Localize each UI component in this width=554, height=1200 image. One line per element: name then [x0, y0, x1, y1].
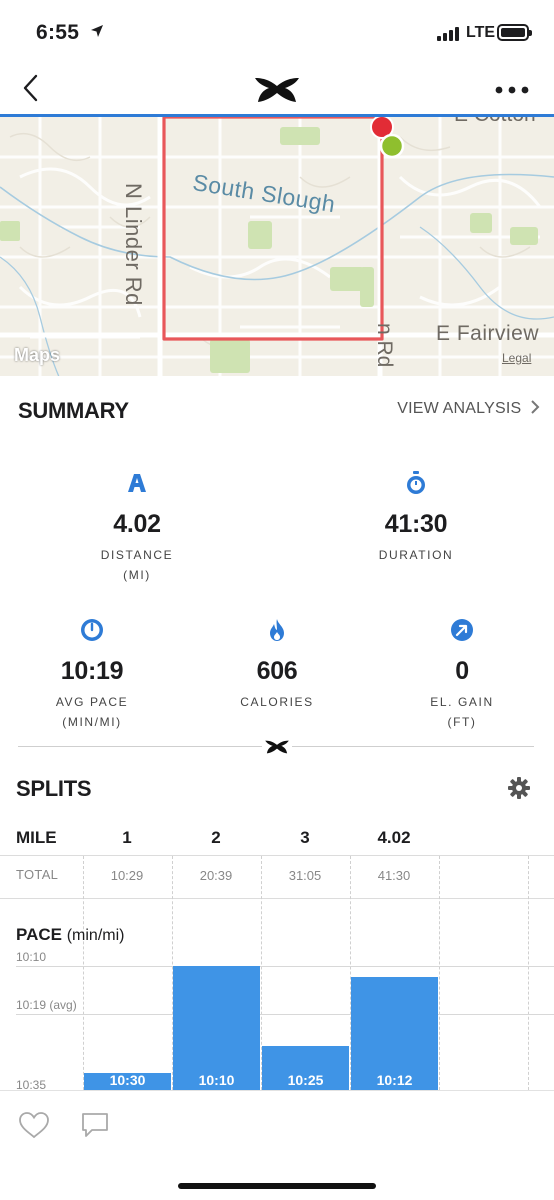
el-gain-label: EL. GAIN [430, 695, 494, 709]
gear-icon[interactable] [508, 777, 530, 799]
distance-value: 4.02 [113, 510, 161, 538]
pace-bar-label: 10:25 [287, 1071, 324, 1088]
pace-header-label: PACE [16, 925, 62, 944]
heart-icon[interactable] [18, 1111, 50, 1139]
arrow-up-right-icon [451, 619, 473, 641]
y-gridline-top [16, 966, 554, 967]
pace-bar[interactable]: 10:30 [84, 1071, 171, 1090]
maps-brand-label: Maps [14, 345, 61, 365]
stat-calories: 606 CALORIES [185, 617, 369, 712]
route-map[interactable]: South Slough N Linder Rd E Fairview n Rd… [0, 114, 554, 376]
y-axis-label-top: 10:10 [16, 950, 47, 964]
pace-bar[interactable]: 10:12 [351, 976, 438, 1090]
flame-icon [270, 619, 284, 641]
y-axis-label-avg: 10:19 (avg) [16, 998, 77, 1012]
summary-title: SUMMARY [18, 398, 129, 423]
view-analysis-label: VIEW ANALYSIS [397, 400, 522, 417]
pace-bar-label: 10:12 [376, 1071, 413, 1088]
stat-distance: 4.02 DISTANCE (MI) [45, 470, 229, 585]
apple-maps-brand: Maps [14, 345, 60, 366]
el-gain-value: 0 [455, 657, 469, 685]
divider-logo [262, 738, 292, 756]
duration-label: DURATION [378, 548, 454, 562]
map-legal-link[interactable]: Legal [502, 351, 531, 365]
total-time: 20:39 [199, 868, 233, 883]
splits-title: SPLITS [16, 776, 92, 801]
mile-number: 3 [300, 828, 310, 847]
avg-pace-value: 10:19 [60, 657, 124, 685]
status-time: 6:55 [36, 21, 80, 44]
network-type: LTE [466, 24, 496, 41]
speedometer-icon [81, 619, 103, 641]
pace-chart-title: PACE (min/mi) [16, 925, 124, 945]
pace-unit-label: (min/mi) [66, 927, 125, 944]
total-row-label: TOTAL [16, 867, 59, 882]
pace-bar-label: 10:10 [198, 1072, 235, 1088]
battery-icon [497, 24, 532, 41]
mile-number: 4.02 [377, 828, 411, 847]
mile-column-header: MILE [16, 828, 57, 847]
distance-unit: (MI) [123, 568, 151, 582]
mile-number: 2 [211, 828, 221, 847]
column-gridline [83, 856, 84, 1090]
stat-el-gain: 0 EL. GAIN (FT) [370, 617, 554, 732]
el-gain-unit: (FT) [447, 715, 477, 729]
stat-avg-pace: 10:19 AVG PACE (MIN/MI) [0, 617, 184, 732]
chevron-right-icon [531, 400, 540, 414]
map-label-e-cotton: E Cotton [454, 114, 536, 126]
duration-value: 41:30 [384, 510, 448, 538]
distance-label: DISTANCE [100, 548, 174, 562]
stopwatch-icon [407, 471, 425, 494]
location-arrow-icon [91, 25, 103, 37]
home-indicator [178, 1183, 376, 1189]
pace-bar-label: 10:30 [109, 1071, 146, 1088]
calories-label: CALORIES [240, 695, 314, 709]
view-analysis-link[interactable]: VIEW ANALYSIS [397, 400, 540, 418]
more-options-icon[interactable] [495, 86, 529, 94]
map-label-n-linder-rd: N Linder Rd [121, 183, 146, 306]
total-time: 41:30 [377, 868, 411, 883]
comment-icon[interactable] [80, 1111, 110, 1139]
total-time: 31:05 [288, 868, 322, 883]
distance-icon [128, 474, 146, 492]
stat-duration: 41:30 DURATION [324, 470, 508, 565]
nav-bar [0, 60, 554, 116]
total-time: 10:29 [110, 868, 144, 883]
under-armour-logo-icon [255, 78, 299, 102]
avg-pace-label: AVG PACE [55, 695, 129, 709]
map-label-e-fairview: E Fairview [436, 322, 540, 345]
under-armour-small-logo-icon [265, 740, 289, 754]
mile-number: 1 [122, 828, 132, 847]
pace-bar[interactable]: 10:10 [173, 966, 260, 1090]
y-gridline-avg [16, 1014, 554, 1015]
back-chevron-icon[interactable] [22, 74, 40, 102]
calories-value: 606 [256, 657, 298, 685]
avg-pace-unit: (MIN/MI) [62, 715, 122, 729]
status-bar: 6:55 LTE [0, 0, 554, 60]
cellular-signal-icon [437, 27, 459, 41]
bottom-action-bar [0, 1090, 554, 1200]
column-gridline [528, 856, 529, 1090]
map-label-rd: n Rd [373, 323, 396, 368]
pace-bar[interactable]: 10:25 [262, 1046, 349, 1090]
column-gridline [439, 856, 440, 1090]
